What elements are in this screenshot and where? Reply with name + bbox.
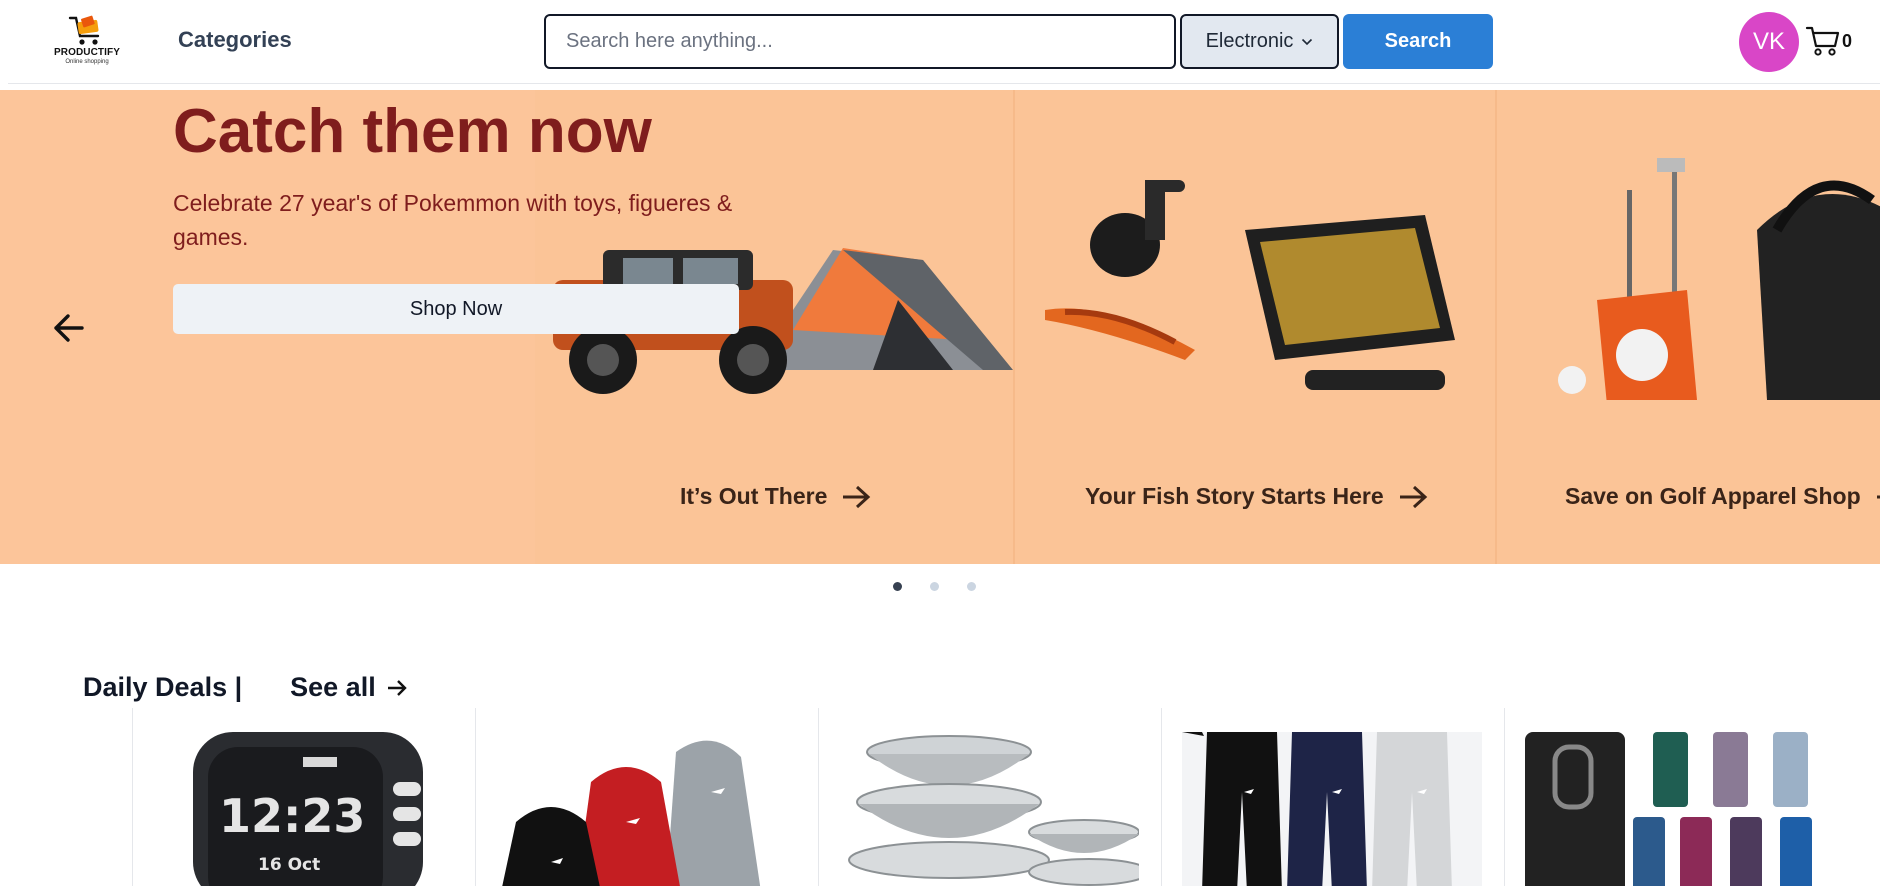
carousel-dot-1[interactable] bbox=[893, 582, 902, 591]
carousel-dots bbox=[893, 582, 976, 591]
panel-caption: Your Fish Story Starts Here bbox=[1085, 483, 1428, 510]
search-input[interactable] bbox=[544, 14, 1176, 69]
see-all-link[interactable]: See all bbox=[290, 672, 408, 703]
see-all-label: See all bbox=[290, 672, 376, 702]
arrow-right-icon bbox=[1876, 495, 1880, 498]
cart-icon bbox=[1805, 26, 1840, 56]
panel-caption-text: It’s Out There bbox=[680, 483, 828, 509]
arrow-right-icon bbox=[1399, 485, 1427, 508]
arrow-right-icon bbox=[387, 679, 407, 696]
promo-panel-fishing[interactable]: Your Fish Story Starts Here bbox=[1013, 90, 1495, 564]
user-avatar[interactable]: VK bbox=[1739, 12, 1799, 72]
daily-deals-header: Daily Deals | See all bbox=[83, 672, 408, 703]
deal-card-bowls[interactable] bbox=[818, 708, 1161, 886]
arrow-right-icon bbox=[843, 485, 871, 508]
hoodies-image bbox=[502, 740, 761, 886]
carousel-dot-3[interactable] bbox=[967, 582, 976, 591]
productify-logo[interactable]: PRODUCTIFY Online shopping bbox=[46, 12, 128, 70]
hero-title: Catch them now bbox=[173, 97, 652, 166]
panel-caption: Save on Golf Apparel Shop bbox=[1565, 483, 1880, 510]
watch-time: 12:23 bbox=[219, 789, 365, 843]
logo-cart-icon bbox=[68, 15, 100, 45]
cart-button[interactable]: 0 bbox=[1805, 24, 1852, 58]
hero-carousel: It’s Out There Your Fish Story Starts He… bbox=[0, 90, 1880, 564]
top-header: PRODUCTIFY Online shopping Categories El… bbox=[8, 0, 1880, 84]
daily-deals-title: Daily Deals | bbox=[83, 672, 243, 702]
daily-deals-list: 12:23 16 Oct bbox=[132, 708, 1844, 886]
steel-bowls-image bbox=[848, 735, 1139, 886]
search-button[interactable]: Search bbox=[1343, 14, 1493, 69]
category-select[interactable]: Electronic bbox=[1180, 14, 1339, 69]
golf-gear-image bbox=[1558, 158, 1880, 400]
hero-subtitle: Celebrate 27 year's of Pokemmon with toy… bbox=[173, 190, 733, 250]
watch-image: 12:23 16 Oct bbox=[193, 732, 423, 886]
panel-caption-text: Save on Golf Apparel Shop bbox=[1565, 483, 1861, 509]
deal-card-hoodies[interactable] bbox=[475, 708, 818, 886]
promo-panel-golf[interactable]: Save on Golf Apparel Shop bbox=[1495, 90, 1880, 564]
jogger-pants-image bbox=[1182, 732, 1482, 886]
deal-card-watch[interactable]: 12:23 16 Oct bbox=[132, 708, 475, 886]
category-select-value: Electronic bbox=[1205, 30, 1294, 52]
panel-caption-text: Your Fish Story Starts Here bbox=[1085, 483, 1384, 509]
chevron-down-icon bbox=[1302, 38, 1313, 45]
cart-count: 0 bbox=[1842, 30, 1853, 51]
carousel-dot-2[interactable] bbox=[930, 582, 939, 591]
panel-caption: It’s Out There bbox=[680, 483, 871, 510]
deal-card-tumblers[interactable] bbox=[1504, 708, 1847, 886]
categories-menu[interactable]: Categories bbox=[178, 27, 292, 53]
arrow-left-icon[interactable] bbox=[48, 308, 88, 348]
logo-tagline: Online shopping bbox=[65, 59, 109, 65]
tumblers-image bbox=[1525, 732, 1812, 886]
fishing-gear-image bbox=[1045, 180, 1455, 390]
deal-card-joggers[interactable] bbox=[1161, 708, 1504, 886]
watch-date: 16 Oct bbox=[258, 855, 320, 875]
shop-now-button[interactable]: Shop Now bbox=[173, 284, 739, 334]
logo-name: PRODUCTIFY bbox=[54, 47, 120, 58]
